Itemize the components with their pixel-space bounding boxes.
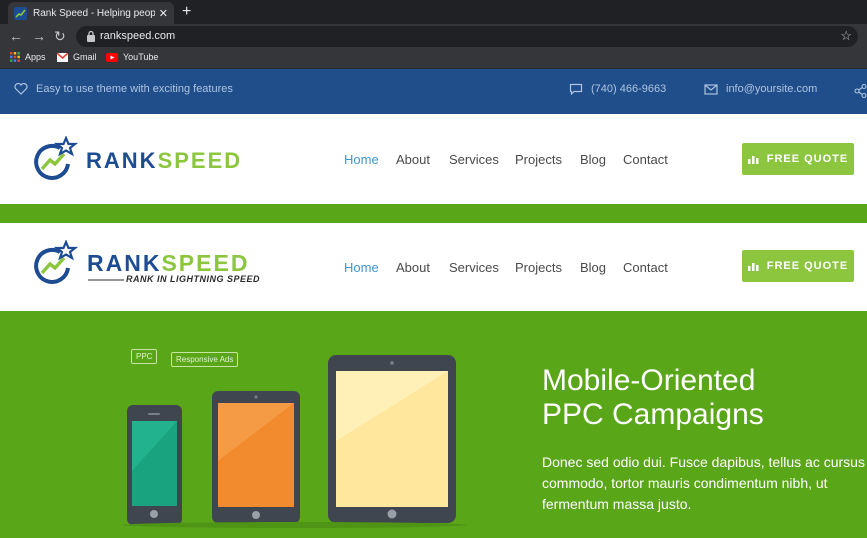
bookmark-label: Apps [25,52,46,62]
nav-blog[interactable]: Blog [580,260,606,275]
nav-projects[interactable]: Projects [515,260,562,275]
nav-projects[interactable]: Projects [515,152,562,167]
hero-description: Donec sed odio dui. Fusce dapibus, tellu… [542,454,865,512]
chat-bubble-icon [569,83,583,95]
bar-chart-icon [747,263,759,271]
bookmark-apps[interactable]: Apps [10,52,46,62]
free-quote-label: FREE QUOTE [766,153,849,165]
browser-tab-bar: Rank Speed - Helping people ran ✕ + [0,0,867,24]
free-quote-label: FREE QUOTE [766,260,849,272]
new-tab-button[interactable]: + [182,2,191,22]
topbar-tagline-text: Easy to use theme with exciting features [36,83,233,95]
lock-icon [87,30,95,42]
nav-services[interactable]: Services [449,260,499,275]
browser-tab[interactable]: Rank Speed - Helping people ran ✕ [8,2,174,24]
hero-title-line2: PPC Campaigns [542,398,764,431]
devices-illustration [123,355,467,528]
logo-wordmark[interactable]: RANKSPEED [86,148,242,174]
hero-section: PPC Responsive Ads Mobile-Oriented PPC C… [0,311,867,538]
nav-services[interactable]: Services [449,152,499,167]
free-quote-button[interactable]: FREE QUOTE [742,250,854,282]
tab-title: Rank Speed - Helping people ran [33,7,155,19]
bar-chart-icon [747,156,759,164]
close-tab-icon[interactable]: ✕ [159,7,168,20]
bookmark-label: Gmail [73,52,97,62]
site-header-full: RANKSPEED RANK IN LIGHTNING SPEED Home A… [0,223,867,311]
hero-title-line1: Mobile-Oriented [542,364,756,397]
mail-icon [704,83,718,95]
back-arrow-icon[interactable]: ← [9,27,23,45]
browser-toolbar: ← → ↻ rankspeed.com ☆ [0,24,867,49]
topbar-phone-text: (740) 466-9663 [591,83,667,95]
top-info-bar: Easy to use theme with exciting features… [0,69,867,114]
topbar-email-text: info@yoursite.com [726,83,818,95]
rankspeed-logo-icon[interactable] [30,240,78,286]
large-tablet-illustration [328,355,456,523]
phone-illustration [127,405,182,525]
speed-line-icon [88,279,124,281]
youtube-icon [106,52,118,62]
green-divider-band [0,204,867,223]
nav-about[interactable]: About [396,152,430,167]
topbar-email[interactable]: info@yoursite.com [704,83,817,95]
nav-home[interactable]: Home [344,152,379,167]
logo-speed-text: SPEED [161,250,250,276]
site-header-compact: RANKSPEED Home About Services Projects B… [0,114,867,204]
nav-contact[interactable]: Contact [623,152,668,167]
gmail-icon [57,52,68,62]
nav-contact[interactable]: Contact [623,260,668,275]
logo-tagline: RANK IN LIGHTNING SPEED [126,274,261,284]
bookmarks-bar: Apps Gmail YouTube [0,49,867,69]
logo-speed-text: SPEED [157,148,243,173]
logo-rank-text: RANK [87,250,162,276]
nav-home[interactable]: Home [344,260,379,275]
bookmark-star-icon[interactable]: ☆ [840,28,852,44]
rankspeed-favicon-icon [14,6,27,20]
forward-arrow-icon[interactable]: → [32,27,46,45]
hero-title: Mobile-Oriented PPC Campaigns [542,364,764,432]
address-bar[interactable]: rankspeed.com ☆ [76,26,858,47]
logo-rank-text: RANK [86,148,158,173]
share-icon[interactable] [854,84,867,98]
apps-grid-icon [10,52,20,62]
rankspeed-logo-icon[interactable] [30,136,78,182]
reload-icon[interactable]: ↻ [54,27,66,45]
bookmark-gmail[interactable]: Gmail [57,52,97,62]
heart-icon [14,83,28,95]
logo-wordmark[interactable]: RANKSPEED [87,250,249,277]
topbar-phone[interactable]: (740) 466-9663 [569,83,666,95]
topbar-tagline: Easy to use theme with exciting features [14,83,233,95]
tablet-illustration [212,391,300,523]
nav-about[interactable]: About [396,260,430,275]
nav-blog[interactable]: Blog [580,152,606,167]
bookmark-label: YouTube [123,52,159,62]
url-text: rankspeed.com [100,30,176,42]
bookmark-youtube[interactable]: YouTube [106,52,158,62]
free-quote-button[interactable]: FREE QUOTE [742,143,854,175]
